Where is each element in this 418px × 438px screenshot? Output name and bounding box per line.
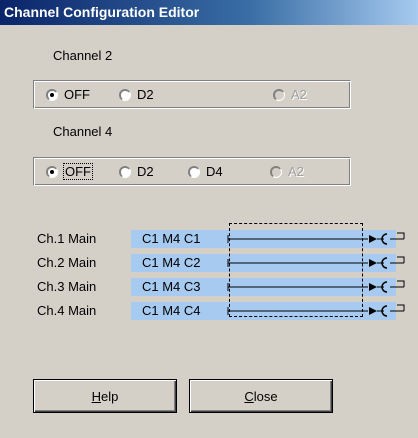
dialog-window: Channel Configuration Editor Channel 2 O… xyxy=(0,0,418,438)
connector-icon xyxy=(369,304,405,317)
close-button[interactable]: Close xyxy=(189,379,333,413)
connector-icon xyxy=(369,256,405,269)
help-button[interactable]: Help xyxy=(33,379,177,413)
connector-icon xyxy=(369,280,405,293)
routing-lines xyxy=(227,232,405,317)
close-button-label: Close xyxy=(244,388,278,404)
help-button-label: Help xyxy=(91,388,119,404)
connector-icon xyxy=(369,232,405,245)
